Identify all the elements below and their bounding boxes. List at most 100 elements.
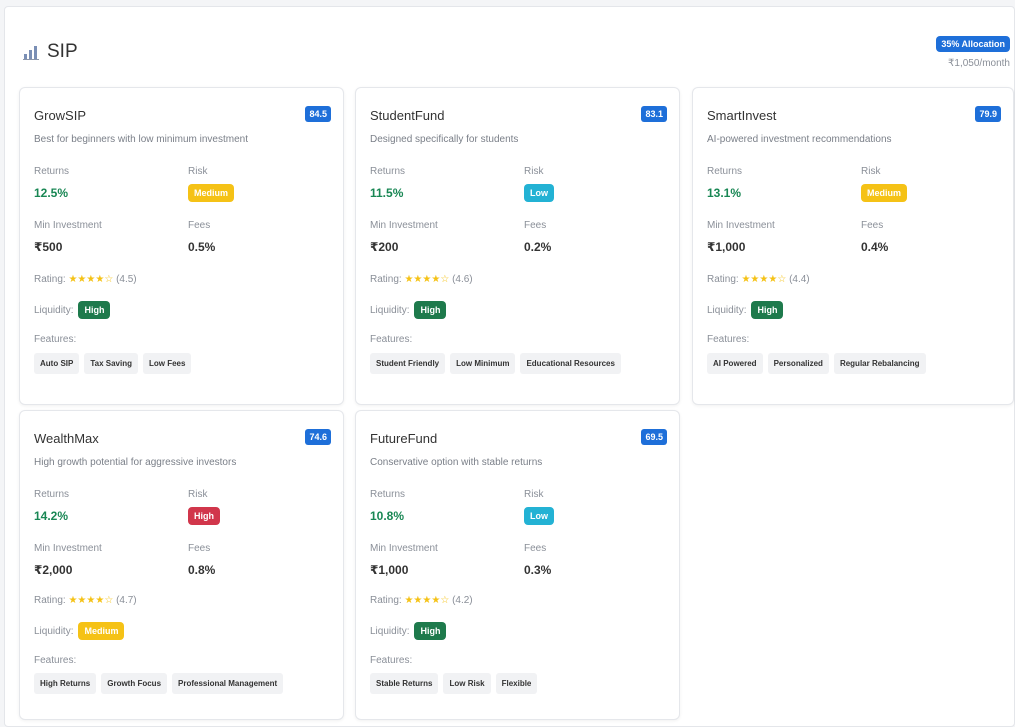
liquidity-badge: High xyxy=(78,301,111,319)
fund-description: Designed specifically for students xyxy=(370,134,519,145)
score-badge: 83.1 xyxy=(641,106,667,122)
section-header: SIP xyxy=(23,41,78,63)
features-list: High Returns Growth Focus Professional M… xyxy=(34,673,284,694)
feature-chip: Low Risk xyxy=(443,673,491,694)
min-investment-label: Min Investment xyxy=(370,220,438,231)
feature-chip: Growth Focus xyxy=(101,673,168,694)
fees-value: 0.3% xyxy=(524,563,552,577)
feature-chip: Educational Resources xyxy=(520,353,621,374)
fees-label: Fees xyxy=(188,220,211,231)
features-list: Auto SIP Tax Saving Low Fees xyxy=(34,353,192,374)
fund-card-growsip[interactable]: GrowSIP 84.5 Best for beginners with low… xyxy=(19,87,344,405)
rating-label: Rating: xyxy=(34,274,66,285)
feature-chip: Personalized xyxy=(767,353,829,374)
star-icons: ★★★★☆ xyxy=(68,274,114,285)
rating-value: (4.2) xyxy=(452,595,473,606)
features-label: Features: xyxy=(707,334,750,345)
rating-value: (4.6) xyxy=(452,274,473,285)
min-investment-value: ₹200 xyxy=(370,240,399,254)
features-label: Features: xyxy=(370,655,413,666)
sip-section: SIP 35% Allocation ₹1,050/month GrowSIP … xyxy=(4,6,1015,727)
liquidity-badge: High xyxy=(751,301,784,319)
fund-card-smartinvest[interactable]: SmartInvest 79.9 AI-powered investment r… xyxy=(692,87,1014,405)
allocation-amount: ₹1,050/month xyxy=(948,58,1010,69)
fund-name: FutureFund xyxy=(370,431,438,446)
min-investment-value: ₹500 xyxy=(34,240,63,254)
fund-card-wealthmax[interactable]: WealthMax 74.6 High growth potential for… xyxy=(19,410,344,720)
rating-label: Rating: xyxy=(370,595,402,606)
risk-label: Risk xyxy=(188,166,208,177)
fund-name: StudentFund xyxy=(370,108,445,123)
fund-description: High growth potential for aggressive inv… xyxy=(34,457,237,468)
rating: Rating: ★★★★☆ (4.6) xyxy=(370,274,473,285)
star-icons: ★★★★☆ xyxy=(741,274,787,285)
rating-label: Rating: xyxy=(370,274,402,285)
fees-label: Fees xyxy=(188,543,211,554)
feature-chip: Student Friendly xyxy=(370,353,446,374)
fund-name: GrowSIP xyxy=(34,108,87,123)
fund-card-studentfund[interactable]: StudentFund 83.1 Designed specifically f… xyxy=(355,87,680,405)
fees-value: 0.5% xyxy=(188,240,216,254)
feature-chip: Professional Management xyxy=(172,673,284,694)
risk-badge: Low xyxy=(524,184,554,202)
risk-badge: Medium xyxy=(188,184,235,202)
risk-label: Risk xyxy=(524,166,544,177)
feature-chip: High Returns xyxy=(34,673,97,694)
features-list: Stable Returns Low Risk Flexible xyxy=(370,673,538,694)
allocation-info: 35% Allocation ₹1,050/month xyxy=(936,34,1010,69)
returns-value: 14.2% xyxy=(34,509,69,523)
risk-badge: High xyxy=(188,507,220,525)
returns-label: Returns xyxy=(34,166,70,177)
min-investment-value: ₹1,000 xyxy=(707,240,746,254)
rating: Rating: ★★★★☆ (4.4) xyxy=(707,274,810,285)
fund-card-futurefund[interactable]: FutureFund 69.5 Conservative option with… xyxy=(355,410,680,720)
risk-badge: Low xyxy=(524,507,554,525)
liquidity: Liquidity: High xyxy=(707,301,784,319)
feature-chip: Auto SIP xyxy=(34,353,80,374)
features-list: AI Powered Personalized Regular Rebalanc… xyxy=(707,353,926,374)
min-investment-label: Min Investment xyxy=(370,543,438,554)
feature-chip: Regular Rebalancing xyxy=(833,353,926,374)
fund-description: AI-powered investment recommendations xyxy=(707,134,892,145)
fees-label: Fees xyxy=(524,543,547,554)
liquidity-label: Liquidity: xyxy=(370,625,410,637)
returns-label: Returns xyxy=(34,489,70,500)
returns-value: 10.8% xyxy=(370,509,405,523)
features-list: Student Friendly Low Minimum Educational… xyxy=(370,353,621,374)
liquidity-label: Liquidity: xyxy=(34,625,74,637)
rating: Rating: ★★★★☆ (4.7) xyxy=(34,595,137,606)
liquidity: Liquidity: High xyxy=(34,301,111,319)
star-icons: ★★★★☆ xyxy=(404,595,450,606)
rating-value: (4.5) xyxy=(116,274,137,285)
features-label: Features: xyxy=(34,334,77,345)
score-badge: 79.9 xyxy=(975,106,1001,122)
risk-badge: Medium xyxy=(861,184,908,202)
returns-value: 11.5% xyxy=(370,186,404,200)
returns-value: 13.1% xyxy=(707,186,742,200)
risk-label: Risk xyxy=(861,166,881,177)
features-label: Features: xyxy=(370,334,413,345)
star-icons: ★★★★☆ xyxy=(68,595,114,606)
rating: Rating: ★★★★☆ (4.2) xyxy=(370,595,473,606)
feature-chip: AI Powered xyxy=(707,353,763,374)
feature-chip: Flexible xyxy=(495,673,538,694)
liquidity-label: Liquidity: xyxy=(370,304,410,316)
liquidity-label: Liquidity: xyxy=(707,304,747,316)
score-badge: 84.5 xyxy=(305,106,331,122)
liquidity: Liquidity: Medium xyxy=(34,622,125,640)
liquidity-label: Liquidity: xyxy=(34,304,74,316)
returns-label: Returns xyxy=(707,166,743,177)
min-investment-value: ₹2,000 xyxy=(34,563,73,577)
returns-value: 12.5% xyxy=(34,186,69,200)
returns-label: Returns xyxy=(370,489,406,500)
fund-description: Conservative option with stable returns xyxy=(370,457,543,468)
score-badge: 69.5 xyxy=(641,429,667,445)
risk-label: Risk xyxy=(524,489,544,500)
liquidity-badge: High xyxy=(414,622,447,640)
min-investment-value: ₹1,000 xyxy=(370,563,409,577)
fees-value: 0.8% xyxy=(188,563,216,577)
min-investment-label: Min Investment xyxy=(707,220,775,231)
rating: Rating: ★★★★☆ (4.5) xyxy=(34,274,137,285)
fund-name: SmartInvest xyxy=(707,108,777,123)
fees-value: 0.4% xyxy=(861,240,889,254)
